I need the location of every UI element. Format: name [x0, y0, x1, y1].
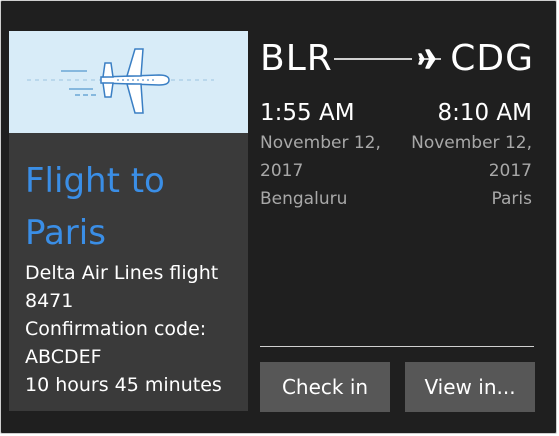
airplane-illustration-icon — [27, 48, 214, 114]
route-line — [334, 58, 412, 60]
arrival-time: 8:10 AM — [437, 100, 532, 126]
flight-title-line2: Paris — [25, 213, 106, 253]
flight-hero-banner — [9, 31, 248, 133]
flight-title: Flight to Paris — [25, 155, 240, 259]
airline-line2: 8471 — [25, 290, 74, 312]
destination-airport-code: CDG — [450, 38, 534, 79]
route-header: BLR CDG — [260, 37, 534, 81]
arrival-date-line2: 2017 — [488, 161, 532, 181]
flight-details: Delta Air Lines flight 8471 Confirmation… — [25, 259, 245, 399]
airline-line1: Delta Air Lines flight — [25, 262, 219, 284]
origin-airport-code: BLR — [260, 38, 333, 79]
arrival-info: 8:10 AM November 12, 2017 Paris — [382, 97, 532, 213]
flight-summary-panel: Flight to Paris Delta Air Lines flight 8… — [9, 31, 248, 411]
arrival-date-line1: November 12, — [411, 133, 532, 153]
check-in-button[interactable]: Check in — [260, 362, 390, 412]
flight-card: Flight to Paris Delta Air Lines flight 8… — [0, 0, 557, 434]
confirmation-label: Confirmation code: — [25, 318, 207, 340]
flight-duration: 10 hours 45 minutes — [25, 374, 222, 396]
actions-divider — [260, 346, 534, 347]
view-in-button[interactable]: View in... — [405, 362, 535, 412]
arrival-city: Paris — [491, 189, 532, 209]
flight-title-line1: Flight to — [25, 161, 165, 201]
airplane-icon — [418, 49, 441, 69]
confirmation-code: ABCDEF — [25, 346, 102, 368]
